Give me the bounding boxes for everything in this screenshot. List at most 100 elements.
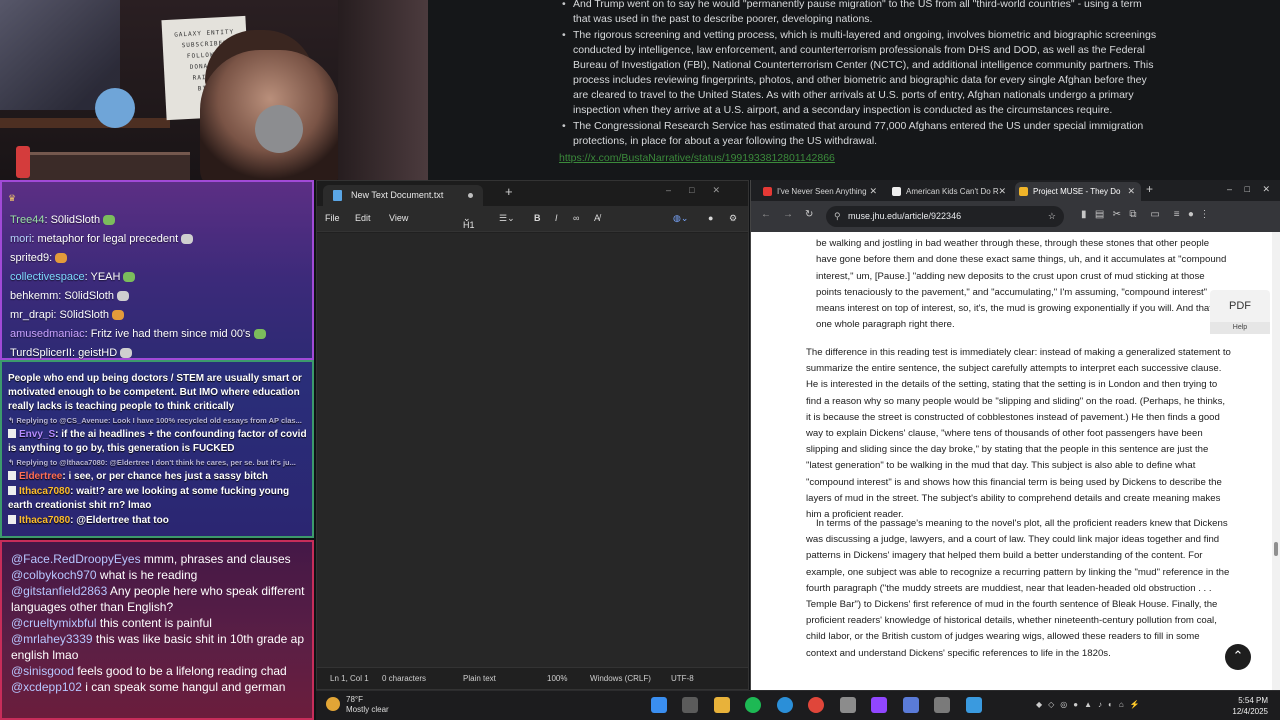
taskbar: 78°F Mostly clear ◆◇◎●▲♪◐⌂⚡ 5:54 PM 12/4…	[316, 690, 1280, 720]
chat-username: @sinisgood	[11, 664, 74, 678]
article-bullets: And Trump went on to say he would "perma…	[562, 0, 1160, 150]
chat-text: this content is painful	[96, 616, 212, 630]
cursor-position: Ln 1, Col 1	[330, 674, 369, 683]
taskbar-apps	[651, 697, 993, 715]
link-icon[interactable]: ∞	[573, 213, 579, 223]
emote-icon	[103, 215, 116, 226]
address-bar[interactable]: ⚲ muse.jhu.edu/article/922346 ☆	[826, 206, 1064, 227]
app-icon[interactable]	[839, 697, 856, 713]
chat-line: mori: metaphor for legal precedent	[10, 230, 310, 249]
heading-dropdown[interactable]: H1 ⌄	[463, 213, 475, 230]
article-paragraph: The difference in this reading test is i…	[806, 347, 1231, 521]
browser-tab-active[interactable]: Project MUSE - They Do ✕	[1015, 182, 1141, 201]
notepad-editor[interactable]	[317, 233, 748, 669]
url-text: muse.jhu.edu/article/922346	[848, 211, 962, 221]
extension-icons[interactable]: ▮ ▤ ✂ ⧉ ▭ ≡ ● ⋮	[1081, 209, 1209, 220]
notepad-tab[interactable]: New Text Document.txt	[323, 185, 483, 206]
window-controls[interactable]: –□✕	[666, 185, 738, 196]
notepad-titlebar: New Text Document.txt + –□✕	[317, 181, 748, 206]
chat-line: @xcdepp102 i can speak some hangul and g…	[11, 679, 311, 695]
chat-line: sprited9:	[10, 249, 310, 268]
chat-message: Eldertree: i see, or per chance hes just…	[8, 470, 312, 484]
microphone	[255, 105, 303, 153]
source-link[interactable]: https://x.com/BustaNarrative/status/1991…	[559, 151, 835, 166]
zoom-level[interactable]: 100%	[547, 674, 567, 683]
notepad-taskbar-icon[interactable]	[965, 697, 982, 713]
forward-icon[interactable]: →	[783, 209, 793, 220]
back-to-top-icon[interactable]: ⌃	[1225, 644, 1251, 670]
reply-text: Replying to @lthaca7080: @Eldertree I do…	[16, 458, 296, 467]
close-tab-icon[interactable]: ✕	[869, 182, 877, 201]
chat-text: i can speak some hangul and german	[81, 680, 286, 694]
chat-username: Ithaca7080	[19, 515, 71, 526]
gear-icon[interactable]: ⚙	[729, 213, 737, 224]
bold-icon[interactable]: B	[534, 213, 541, 223]
emote-icon	[116, 291, 129, 302]
settings-icon[interactable]	[934, 697, 951, 713]
site-info-icon[interactable]: ⚲	[834, 206, 841, 227]
chrome-icon[interactable]	[808, 697, 825, 713]
lamp	[338, 0, 428, 180]
browser-tab[interactable]: American Kids Can't Do R ✕	[888, 182, 1012, 201]
italic-icon[interactable]: I	[555, 213, 558, 223]
menu-edit[interactable]: Edit	[355, 213, 371, 223]
account-icon[interactable]: ●	[708, 213, 713, 223]
task-view-icon[interactable]	[682, 697, 699, 713]
reload-icon[interactable]: ↻	[805, 209, 813, 220]
chat-text: : S0lidSloth	[58, 290, 114, 302]
clear-format-icon[interactable]: A̸	[594, 213, 600, 223]
chat-username: TurdSplicerII	[10, 347, 72, 359]
menu-file[interactable]: File	[325, 213, 340, 223]
chat-text: : i see, or per chance hes just a sassy …	[62, 471, 269, 482]
notepad-menubar: File Edit View H1 ⌄ ☰⌄ B I ∞ A̸ ◍⌄ ● ⚙	[317, 206, 748, 232]
discord-icon[interactable]	[902, 697, 919, 713]
chat-username: Ithaca7080	[19, 486, 71, 497]
chat-text: : Fritz ive had them since mid 00's	[84, 328, 251, 340]
chat-line: mr_drapi: S0lidSloth	[10, 306, 310, 325]
scrollbar[interactable]	[1272, 232, 1280, 690]
chat-message: Envy_S: if the ai headlines + the confou…	[8, 428, 312, 456]
close-tab-icon[interactable]: ✕	[1127, 182, 1135, 201]
emote-icon	[123, 272, 136, 283]
spotify-icon[interactable]	[745, 697, 762, 713]
chat-username: mr_drapi	[10, 309, 54, 321]
tab-title: I've Never Seen Anything	[777, 187, 867, 196]
emote-icon	[120, 348, 133, 359]
window-controls[interactable]: – □ ✕	[1227, 184, 1270, 195]
plush-toy	[95, 88, 135, 128]
unsaved-dot-icon[interactable]	[468, 193, 473, 198]
chat-message: Ithaca7080: wait!? are we looking at som…	[8, 485, 312, 513]
close-tab-icon[interactable]: ✕	[998, 182, 1006, 201]
scrollbar-thumb[interactable]	[1274, 542, 1278, 556]
system-tray[interactable]: ◆◇◎●▲♪◐⌂⚡	[1036, 700, 1146, 709]
weather-desc: Mostly clear	[346, 705, 389, 714]
pdf-button[interactable]: PDF Help	[1210, 290, 1270, 334]
menu-view[interactable]: View	[389, 213, 408, 223]
bookmark-star-icon[interactable]: ☆	[1048, 206, 1056, 227]
new-tab-button[interactable]: +	[505, 184, 513, 199]
file-explorer-icon[interactable]	[713, 697, 730, 713]
encoding: UTF-8	[671, 674, 694, 683]
chat-top-lines: Tree44: S0lidSloth mori: metaphor for leg…	[10, 211, 310, 363]
clock[interactable]: 5:54 PM 12/4/2025	[1232, 695, 1268, 717]
chat-text: : S0lidSloth	[53, 309, 110, 321]
windows-start-icon[interactable]	[651, 697, 667, 713]
help-label[interactable]: Help	[1210, 322, 1270, 334]
list-icon[interactable]: ☰⌄	[499, 213, 515, 224]
browser-tab[interactable]: I've Never Seen Anything ✕	[759, 182, 883, 201]
chat-line: collectivespace: YEAH	[10, 268, 310, 287]
chat-bottom-lines: @Face.RedDroopyEyes mmm, phrases and cla…	[11, 551, 311, 695]
new-tab-button[interactable]: +	[1146, 182, 1153, 196]
obs-icon[interactable]	[871, 697, 888, 713]
back-icon[interactable]: ←	[761, 209, 771, 220]
weather-widget[interactable]: 78°F Mostly clear	[326, 695, 389, 715]
chat-message: Ithaca7080: @Eldertree that too	[8, 514, 312, 528]
site-icon	[892, 187, 901, 196]
copilot-icon[interactable]: ◍⌄	[673, 213, 688, 224]
browser-toolbar: ← → ↻ ⚲ muse.jhu.edu/article/922346 ☆ ▮ …	[751, 201, 1280, 232]
chat-line: @gitstanfield2863 Any people here who sp…	[11, 583, 311, 615]
article-content: he's connecting that with the past and s…	[751, 232, 1273, 690]
edge-icon[interactable]	[776, 697, 793, 713]
chat-text: : metaphor for legal precedent	[31, 233, 179, 245]
block-quote: he's connecting that with the past and s…	[816, 232, 1227, 331]
